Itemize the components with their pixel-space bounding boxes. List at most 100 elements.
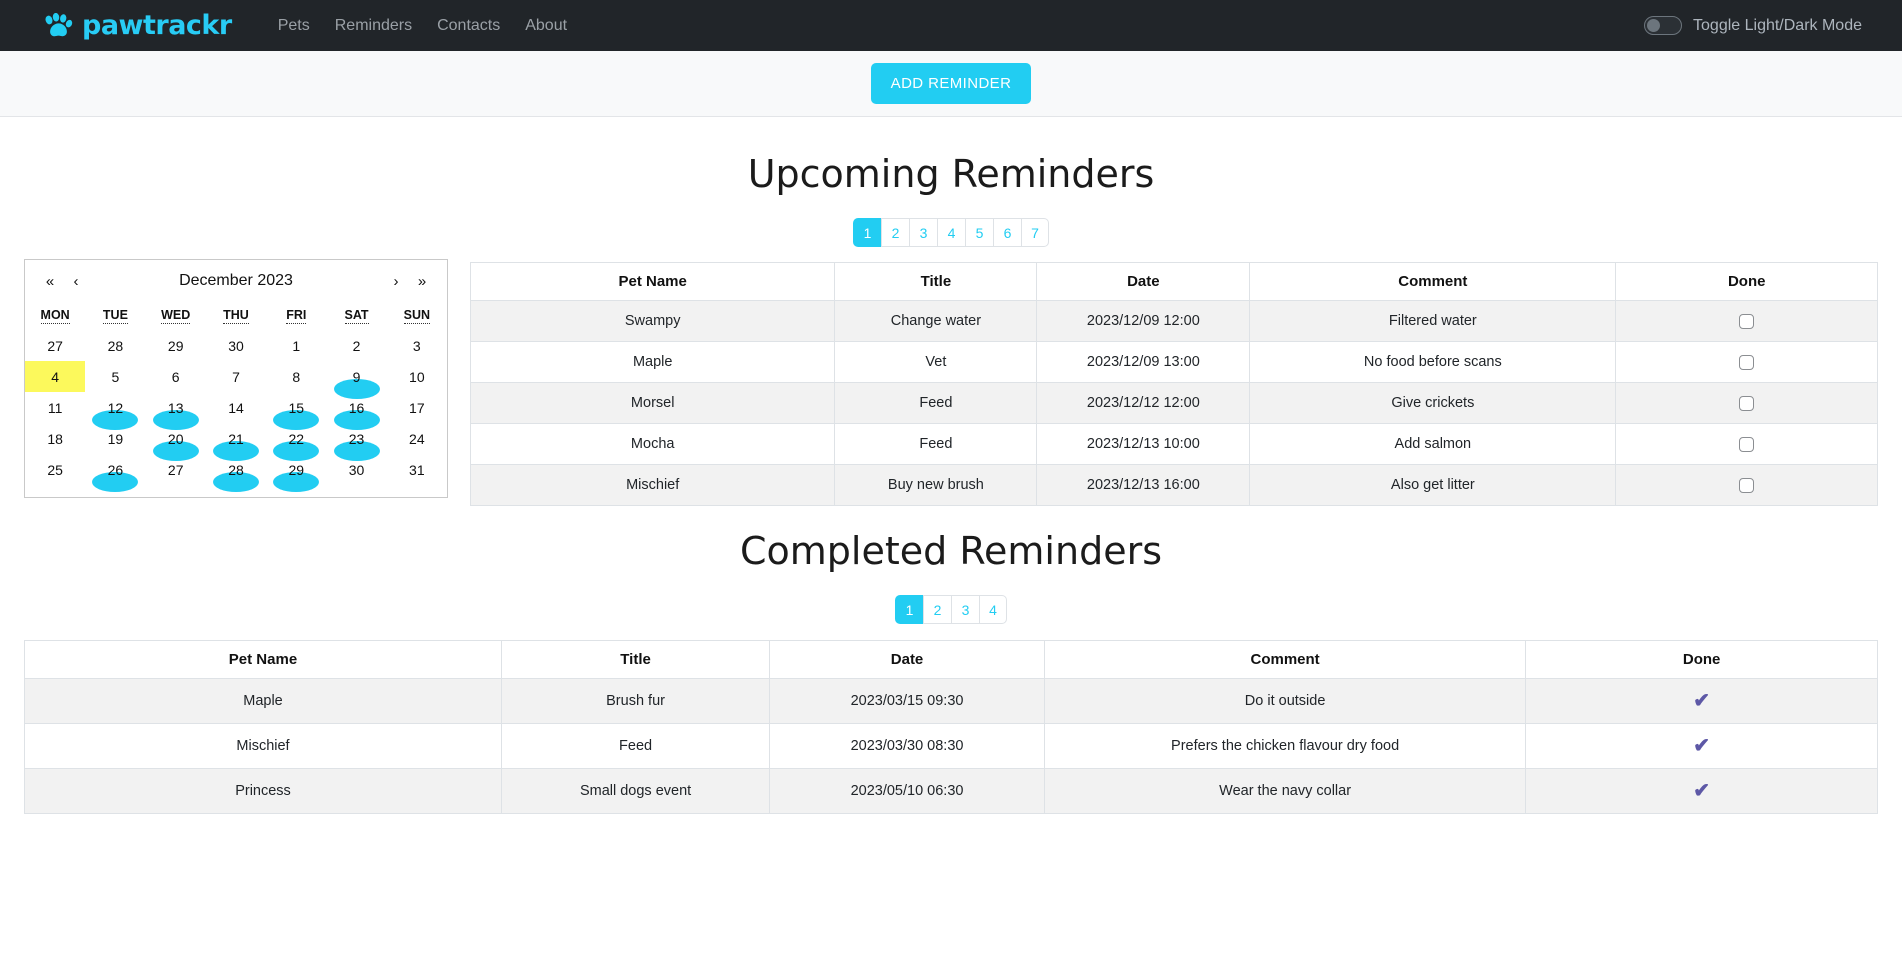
check-icon: ✔ (1693, 735, 1711, 757)
cell-title: Vet (834, 341, 1038, 383)
calendar-day-26[interactable]: 26 (85, 454, 145, 492)
paw-icon (43, 12, 73, 39)
calendar-day-9[interactable]: 9 (326, 361, 386, 399)
calendar-day-3[interactable]: 3 (387, 330, 447, 361)
cell-done: ✔ (1525, 678, 1878, 724)
check-icon: ✔ (1693, 780, 1711, 802)
calendar-day-19[interactable]: 19 (85, 423, 145, 454)
table-header-row: Pet Name Title Date Comment Done (24, 640, 1878, 679)
done-checkbox[interactable] (1739, 436, 1755, 452)
upcoming-page-2[interactable]: 2 (881, 218, 909, 247)
calendar-day-14[interactable]: 14 (206, 392, 266, 423)
nav-link-reminders[interactable]: Reminders (335, 17, 412, 35)
calendar-day-6[interactable]: 6 (146, 361, 206, 392)
upcoming-page-7[interactable]: 7 (1021, 218, 1049, 247)
upcoming-page-1[interactable]: 1 (853, 218, 881, 247)
calendar-day-29[interactable]: 29 (146, 330, 206, 361)
calendar-day-28[interactable]: 28 (206, 454, 266, 492)
calendar-day-21[interactable]: 21 (206, 423, 266, 461)
completed-page-4[interactable]: 4 (979, 595, 1007, 624)
calendar-day-28[interactable]: 28 (85, 330, 145, 361)
cell-comment: Also get litter (1249, 464, 1617, 506)
calendar-first-button[interactable]: « (37, 273, 63, 290)
calendar-day-12[interactable]: 12 (85, 392, 145, 430)
upcoming-page-6[interactable]: 6 (993, 218, 1021, 247)
calendar-day-13[interactable]: 13 (146, 392, 206, 430)
calendar-dow-label: SUN (403, 308, 431, 324)
calendar-week-row: 11 12 13 14 15 16 17 (25, 392, 447, 430)
calendar-day-16[interactable]: 16 (326, 392, 386, 430)
done-checkbox[interactable] (1739, 477, 1755, 493)
calendar-day-4[interactable]: 4 (25, 361, 86, 392)
table-row: Morsel Feed 2023/12/12 12:00 Give crickets (469, 382, 1878, 424)
calendar-day-7[interactable]: 7 (206, 361, 266, 392)
calendar-dow-sun: SUN (387, 302, 447, 330)
upcoming-section-header: Upcoming Reminders (0, 155, 1902, 193)
done-checkbox[interactable] (1739, 313, 1755, 329)
completed-page-3[interactable]: 3 (951, 595, 979, 624)
calendar-day-5[interactable]: 5 (85, 361, 145, 392)
calendar-day-1[interactable]: 1 (266, 330, 326, 361)
calendar-next-button[interactable]: › (383, 273, 409, 290)
calendar-dow-label: MON (40, 308, 70, 324)
calendar-day-label: 8 (292, 368, 301, 385)
calendar-dow-label: WED (161, 308, 191, 324)
theme-toggle-knob (1647, 19, 1661, 32)
calendar-week-row: 25 26 27 28 29 30 31 (25, 454, 447, 492)
calendar-day-23[interactable]: 23 (326, 423, 386, 461)
calendar-day-label: 29 (167, 337, 184, 354)
calendar-day-11[interactable]: 11 (25, 392, 85, 423)
theme-toggle-switch[interactable] (1644, 16, 1683, 35)
completed-page-1[interactable]: 1 (895, 595, 923, 624)
calendar-day-24[interactable]: 24 (387, 423, 447, 454)
calendar-day-29[interactable]: 29 (266, 454, 326, 492)
calendar-day-25[interactable]: 25 (25, 454, 85, 485)
calendar-grid: MON TUE WED THU FRI SAT SUN 27 28 29 30 1 2 3 4 5 6 7 8 9 10… (25, 302, 447, 492)
calendar-day-31[interactable]: 31 (387, 454, 447, 485)
calendar-day-27[interactable]: 27 (25, 330, 85, 361)
add-reminder-button[interactable]: ADD REMINDER (870, 63, 1032, 104)
column-header-pet-name: Pet Name (469, 262, 836, 301)
calendar-day-30[interactable]: 30 (326, 454, 386, 485)
calendar-day-2[interactable]: 2 (326, 330, 386, 361)
done-checkbox[interactable] (1739, 354, 1755, 370)
table-row: Mocha Feed 2023/12/13 10:00 Add salmon (469, 423, 1878, 465)
calendar-day-17[interactable]: 17 (387, 392, 447, 423)
calendar-day-27[interactable]: 27 (146, 454, 206, 485)
calendar-week-row: 27 28 29 30 1 2 3 (25, 330, 447, 361)
calendar-day-30[interactable]: 30 (206, 330, 266, 361)
calendar-day-label: 27 (47, 337, 63, 354)
nav-links: Pets Reminders Contacts About (278, 17, 567, 35)
completed-pagination[interactable]: 1234 (0, 595, 1902, 624)
nav-link-about[interactable]: About (525, 17, 567, 35)
brand-logo[interactable]: pawtrackr (43, 10, 232, 41)
upcoming-pagination[interactable]: 1234567 (0, 218, 1902, 247)
calendar-day-15[interactable]: 15 (266, 392, 326, 430)
brand-name: pawtrackr (82, 10, 232, 41)
completed-reminders-table: Pet Name Title Date Comment Done Maple Brush … (24, 640, 1878, 814)
calendar-day-label: 15 (288, 399, 305, 416)
cell-pet-name: Maple (24, 678, 502, 724)
nav-link-contacts[interactable]: Contacts (437, 17, 500, 35)
calendar-day-20[interactable]: 20 (146, 423, 206, 461)
calendar-day-label: 28 (107, 337, 124, 354)
calendar-day-8[interactable]: 8 (266, 361, 326, 392)
upcoming-page-4[interactable]: 4 (937, 218, 965, 247)
calendar-prev-button[interactable]: ‹ (63, 273, 89, 290)
column-header-title: Title (834, 262, 1038, 301)
upcoming-page-5[interactable]: 5 (965, 218, 993, 247)
calendar-day-22[interactable]: 22 (266, 423, 326, 461)
done-checkbox[interactable] (1739, 395, 1755, 411)
table-row: Mischief Feed 2023/03/30 08:30 Prefers the … (24, 723, 1878, 769)
calendar-last-button[interactable]: » (409, 273, 435, 290)
action-bar: ADD REMINDER (0, 51, 1902, 117)
calendar-dow-wed: WED (146, 302, 206, 330)
calendar-day-label: 30 (348, 461, 365, 478)
calendar-day-18[interactable]: 18 (25, 423, 85, 454)
calendar-day-10[interactable]: 10 (387, 361, 447, 392)
nav-link-pets[interactable]: Pets (278, 17, 310, 35)
upcoming-page-3[interactable]: 3 (909, 218, 937, 247)
calendar-widget[interactable]: « ‹ December 2023 › » MON TUE WED THU FRI SAT… (24, 259, 448, 498)
cell-pet-name: Mischief (24, 723, 502, 769)
completed-page-2[interactable]: 2 (923, 595, 951, 624)
